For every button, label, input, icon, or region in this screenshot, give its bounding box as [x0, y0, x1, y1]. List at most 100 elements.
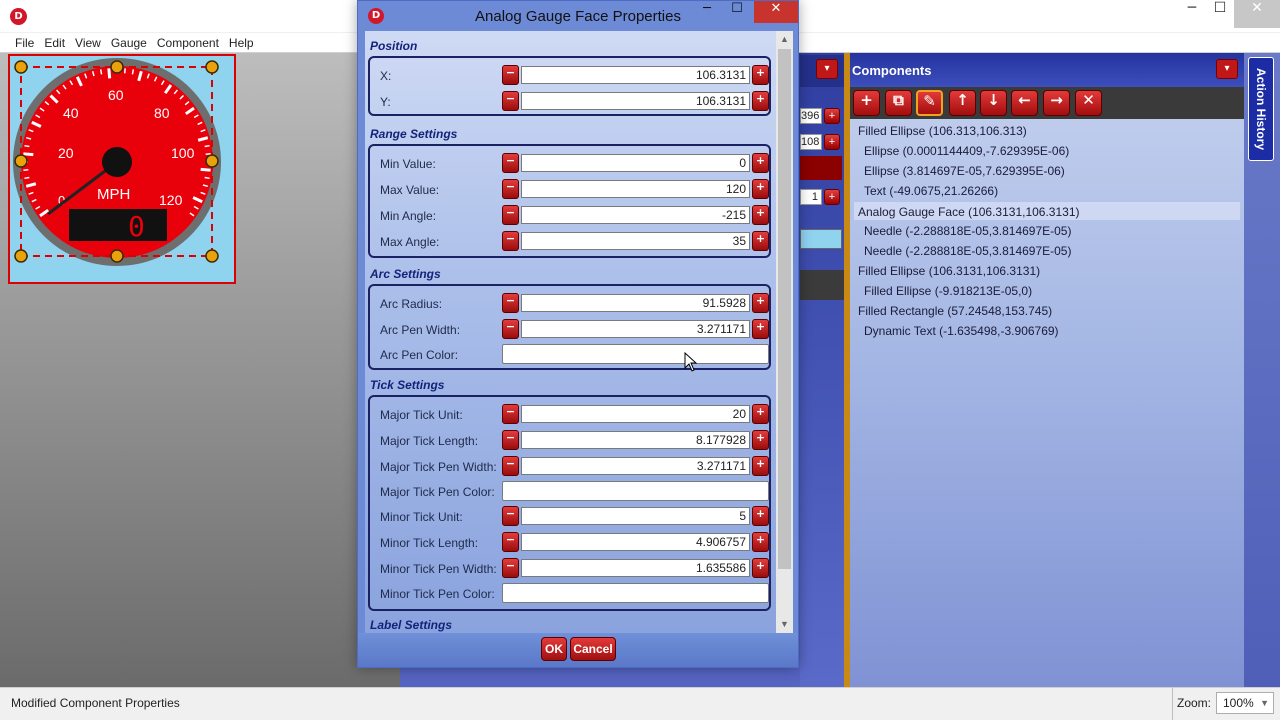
mid-plus-1[interactable]: +: [824, 108, 840, 124]
cancel-button[interactable]: Cancel: [570, 637, 616, 661]
y-increment-button[interactable]: +: [752, 91, 769, 111]
menu-gauge[interactable]: Gauge: [106, 33, 152, 53]
components-pin-icon[interactable]: ▾: [1216, 59, 1238, 79]
tree-item[interactable]: Needle (-2.288818E-05,3.814697E-05): [850, 241, 1244, 261]
arc-pen-width-increment-button[interactable]: +: [752, 319, 769, 339]
delete-component-icon[interactable]: ✕: [1075, 90, 1102, 116]
tree-item[interactable]: Needle (-2.288818E-05,3.814697E-05): [850, 221, 1244, 241]
max-value-decrement-button[interactable]: −: [502, 179, 519, 199]
arc-radius-increment-button[interactable]: +: [752, 293, 769, 313]
arc-pen-color-picker[interactable]: [502, 344, 769, 364]
menu-component[interactable]: Component: [152, 33, 224, 53]
dialog-scrollbar[interactable]: ▲ ▼: [776, 31, 793, 633]
scroll-down-icon[interactable]: ▼: [776, 616, 793, 633]
scroll-up-icon[interactable]: ▲: [776, 31, 793, 48]
tree-item[interactable]: Dynamic Text (-1.635498,-3.906769): [850, 321, 1244, 341]
mid-plus-2[interactable]: +: [824, 134, 840, 150]
minor-tick-pen-width-increment-button[interactable]: +: [752, 558, 769, 578]
min-value-input[interactable]: 0: [521, 154, 750, 172]
mid-field-1[interactable]: 396: [800, 108, 822, 124]
arc-radius-decrement-button[interactable]: −: [502, 293, 519, 313]
tick-group: Major Tick Unit: − 20 + Major Tick Lengt…: [368, 395, 771, 611]
action-history-tab[interactable]: Action History: [1248, 57, 1274, 161]
min-value-increment-button[interactable]: +: [752, 153, 769, 173]
move-up-icon[interactable]: ↑: [949, 90, 976, 116]
section-tick-title: Tick Settings: [370, 378, 445, 392]
mid-field-3[interactable]: 1: [800, 189, 822, 205]
tree-item[interactable]: Filled Ellipse (-9.918213E-05,0): [850, 281, 1244, 301]
major-tick-length-decrement-button[interactable]: −: [502, 430, 519, 450]
x-increment-button[interactable]: +: [752, 65, 769, 85]
major-tick-unit-input[interactable]: 20: [521, 405, 750, 423]
min-angle-input[interactable]: -215: [521, 206, 750, 224]
mid-color-swatch[interactable]: [800, 156, 842, 180]
tree-item[interactable]: Filled Rectangle (57.24548,153.745): [850, 301, 1244, 321]
tree-item[interactable]: Text (-49.0675,21.26266): [850, 181, 1244, 201]
mid-field-2[interactable]: 108: [800, 134, 822, 150]
close-button[interactable]: ✕: [1234, 0, 1280, 28]
major-tick-unit-increment-button[interactable]: +: [752, 404, 769, 424]
mid-color-swatch-2[interactable]: [800, 229, 842, 249]
section-arc-title: Arc Settings: [370, 267, 441, 281]
duplicate-component-icon[interactable]: ⧉: [885, 90, 912, 116]
max-value-input[interactable]: 120: [521, 180, 750, 198]
menu-edit[interactable]: Edit: [39, 33, 70, 53]
menu-help[interactable]: Help: [224, 33, 259, 53]
scroll-thumb[interactable]: [778, 49, 791, 569]
move-left-icon[interactable]: ←: [1011, 90, 1038, 116]
move-right-icon[interactable]: →: [1043, 90, 1070, 116]
maximize-button[interactable]: ☐: [1204, 0, 1236, 28]
dialog-close-button[interactable]: ✕: [754, 1, 798, 23]
minor-tick: [99, 69, 103, 75]
zoom-select[interactable]: 100% ▼: [1216, 692, 1274, 714]
y-input[interactable]: 106.3131: [521, 92, 750, 110]
minor-tick-length-decrement-button[interactable]: −: [502, 532, 519, 552]
pin-icon[interactable]: ▾: [816, 59, 838, 79]
arc-radius-input[interactable]: 91.5928: [521, 294, 750, 312]
dialog-maximize-button[interactable]: ☐: [722, 1, 752, 25]
major-tick-pen-width-decrement-button[interactable]: −: [502, 456, 519, 476]
menu-file[interactable]: File: [10, 33, 39, 53]
max-angle-decrement-button[interactable]: −: [502, 231, 519, 251]
x-decrement-button[interactable]: −: [502, 65, 519, 85]
max-angle-increment-button[interactable]: +: [752, 231, 769, 251]
min-value-decrement-button[interactable]: −: [502, 153, 519, 173]
y-decrement-button[interactable]: −: [502, 91, 519, 111]
minor-tick-unit-decrement-button[interactable]: −: [502, 506, 519, 526]
move-down-icon[interactable]: ↓: [980, 90, 1007, 116]
major-tick-unit-decrement-button[interactable]: −: [502, 404, 519, 424]
selected-gauge[interactable]: 20 40 60 80 100 120 0 MPH 0: [8, 54, 236, 284]
section-range-title: Range Settings: [370, 127, 458, 141]
max-value-increment-button[interactable]: +: [752, 179, 769, 199]
tree-item[interactable]: Ellipse (0.0001144409,-7.629395E-06): [850, 141, 1244, 161]
add-component-icon[interactable]: +: [853, 90, 880, 116]
major-tick-length-increment-button[interactable]: +: [752, 430, 769, 450]
tree-item[interactable]: Ellipse (3.814697E-05,7.629395E-06): [850, 161, 1244, 181]
max-angle-input[interactable]: 35: [521, 232, 750, 250]
minor-tick-pen-width-input[interactable]: 1.635586: [521, 559, 750, 577]
edit-properties-icon[interactable]: ✎: [916, 90, 943, 116]
tree-item[interactable]: Filled Ellipse (106.3131,106.3131): [850, 261, 1244, 281]
dialog-minimize-button[interactable]: ─: [692, 1, 722, 25]
minor-tick-length-input[interactable]: 4.906757: [521, 533, 750, 551]
minor-tick-length-increment-button[interactable]: +: [752, 532, 769, 552]
minor-tick-pen-width-decrement-button[interactable]: −: [502, 558, 519, 578]
ok-button[interactable]: OK: [541, 637, 567, 661]
mid-plus-3[interactable]: +: [824, 189, 840, 205]
minor-tick-unit-increment-button[interactable]: +: [752, 506, 769, 526]
arc-pen-width-decrement-button[interactable]: −: [502, 319, 519, 339]
tick-label-100: 100: [171, 145, 195, 161]
tree-item[interactable]: Filled Ellipse (106.313,106.313): [850, 121, 1244, 141]
minor-tick-pen-color-picker[interactable]: [502, 583, 769, 603]
arc-pen-width-input[interactable]: 3.271171: [521, 320, 750, 338]
x-input[interactable]: 106.3131: [521, 66, 750, 84]
major-tick-pen-width-increment-button[interactable]: +: [752, 456, 769, 476]
major-tick-pen-color-picker[interactable]: [502, 481, 769, 501]
major-tick-length-input[interactable]: 8.177928: [521, 431, 750, 449]
menu-view[interactable]: View: [70, 33, 106, 53]
min-angle-decrement-button[interactable]: −: [502, 205, 519, 225]
min-angle-increment-button[interactable]: +: [752, 205, 769, 225]
minor-tick-unit-input[interactable]: 5: [521, 507, 750, 525]
tree-item-selected[interactable]: Analog Gauge Face (106.3131,106.3131): [854, 201, 1240, 221]
major-tick-pen-width-input[interactable]: 3.271171: [521, 457, 750, 475]
